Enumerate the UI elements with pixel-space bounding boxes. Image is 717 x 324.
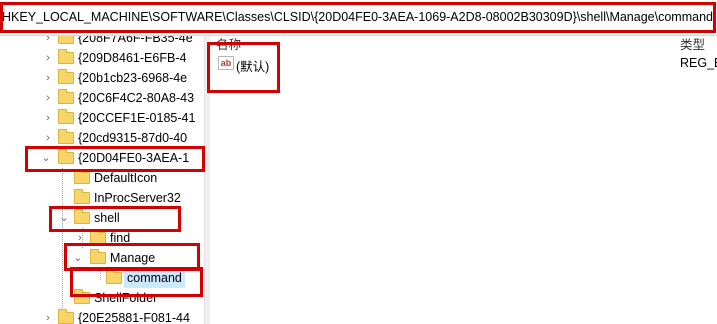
chevron-right-icon[interactable]: › (42, 36, 54, 48)
chevron-right-icon[interactable]: › (42, 308, 54, 324)
tree-item-label: {209D8461-E6FB-4 (78, 51, 187, 65)
tree-item-label: {20CCEF1E-0185-41 (78, 111, 196, 125)
tree-item[interactable]: InProcServer32 (0, 188, 204, 208)
values-list[interactable]: 名称 类型 ab (默认) REG_EX (210, 36, 717, 324)
chevron-right-icon[interactable]: › (42, 128, 54, 148)
highlight-box-default-value (207, 42, 280, 93)
address-path[interactable]: HKEY_LOCAL_MACHINE\SOFTWARE\Classes\CLSI… (2, 10, 713, 24)
tree-item[interactable]: › {20C6F4C2-80A8-43 (0, 88, 204, 108)
folder-icon (58, 309, 74, 324)
folder-icon (58, 69, 74, 84)
tree-item[interactable]: › {209D8461-E6FB-4 (0, 48, 204, 68)
value-row[interactable]: ab (默认) REG_EX (210, 54, 717, 74)
highlight-box-command (70, 267, 203, 297)
tree-item-label: {20b1cb23-6968-4e (78, 71, 188, 85)
folder-icon (58, 36, 74, 44)
highlight-box-clsid (25, 146, 205, 172)
value-type: REG_EX (680, 56, 717, 70)
folder-icon (58, 109, 74, 124)
chevron-right-icon[interactable]: › (42, 48, 54, 68)
tree-item[interactable]: › {20cd9315-87d0-40 (0, 128, 204, 148)
tree-item-label: {20C6F4C2-80A8-43 (78, 91, 195, 105)
tree-item[interactable]: › {20CCEF1E-0185-41 (0, 108, 204, 128)
folder-icon (58, 49, 74, 64)
tree-item-label: InProcServer32 (94, 191, 181, 205)
folder-icon (74, 189, 90, 204)
address-bar[interactable]: HKEY_LOCAL_MACHINE\SOFTWARE\Classes\CLSI… (0, 0, 717, 36)
highlight-box-shell (49, 206, 181, 232)
tree-item[interactable]: › {20b1cb23-6968-4e (0, 68, 204, 88)
chevron-right-icon[interactable]: › (42, 108, 54, 128)
column-header-type[interactable]: 类型 (680, 36, 705, 53)
chevron-right-icon[interactable]: › (42, 68, 54, 88)
tree-item-label: {208F7A6F-FB35-4e (78, 36, 193, 45)
folder-icon (58, 89, 74, 104)
tree-item[interactable]: › {20E25881-F081-44 (0, 308, 204, 324)
tree-item-label: {20cd9315-87d0-40 (78, 131, 188, 145)
chevron-right-icon[interactable]: › (42, 88, 54, 108)
tree-item[interactable]: › {208F7A6F-FB35-4e (0, 36, 204, 48)
folder-icon (74, 169, 90, 184)
tree-item-label: {20E25881-F081-44 (78, 311, 190, 324)
folder-icon (58, 129, 74, 144)
